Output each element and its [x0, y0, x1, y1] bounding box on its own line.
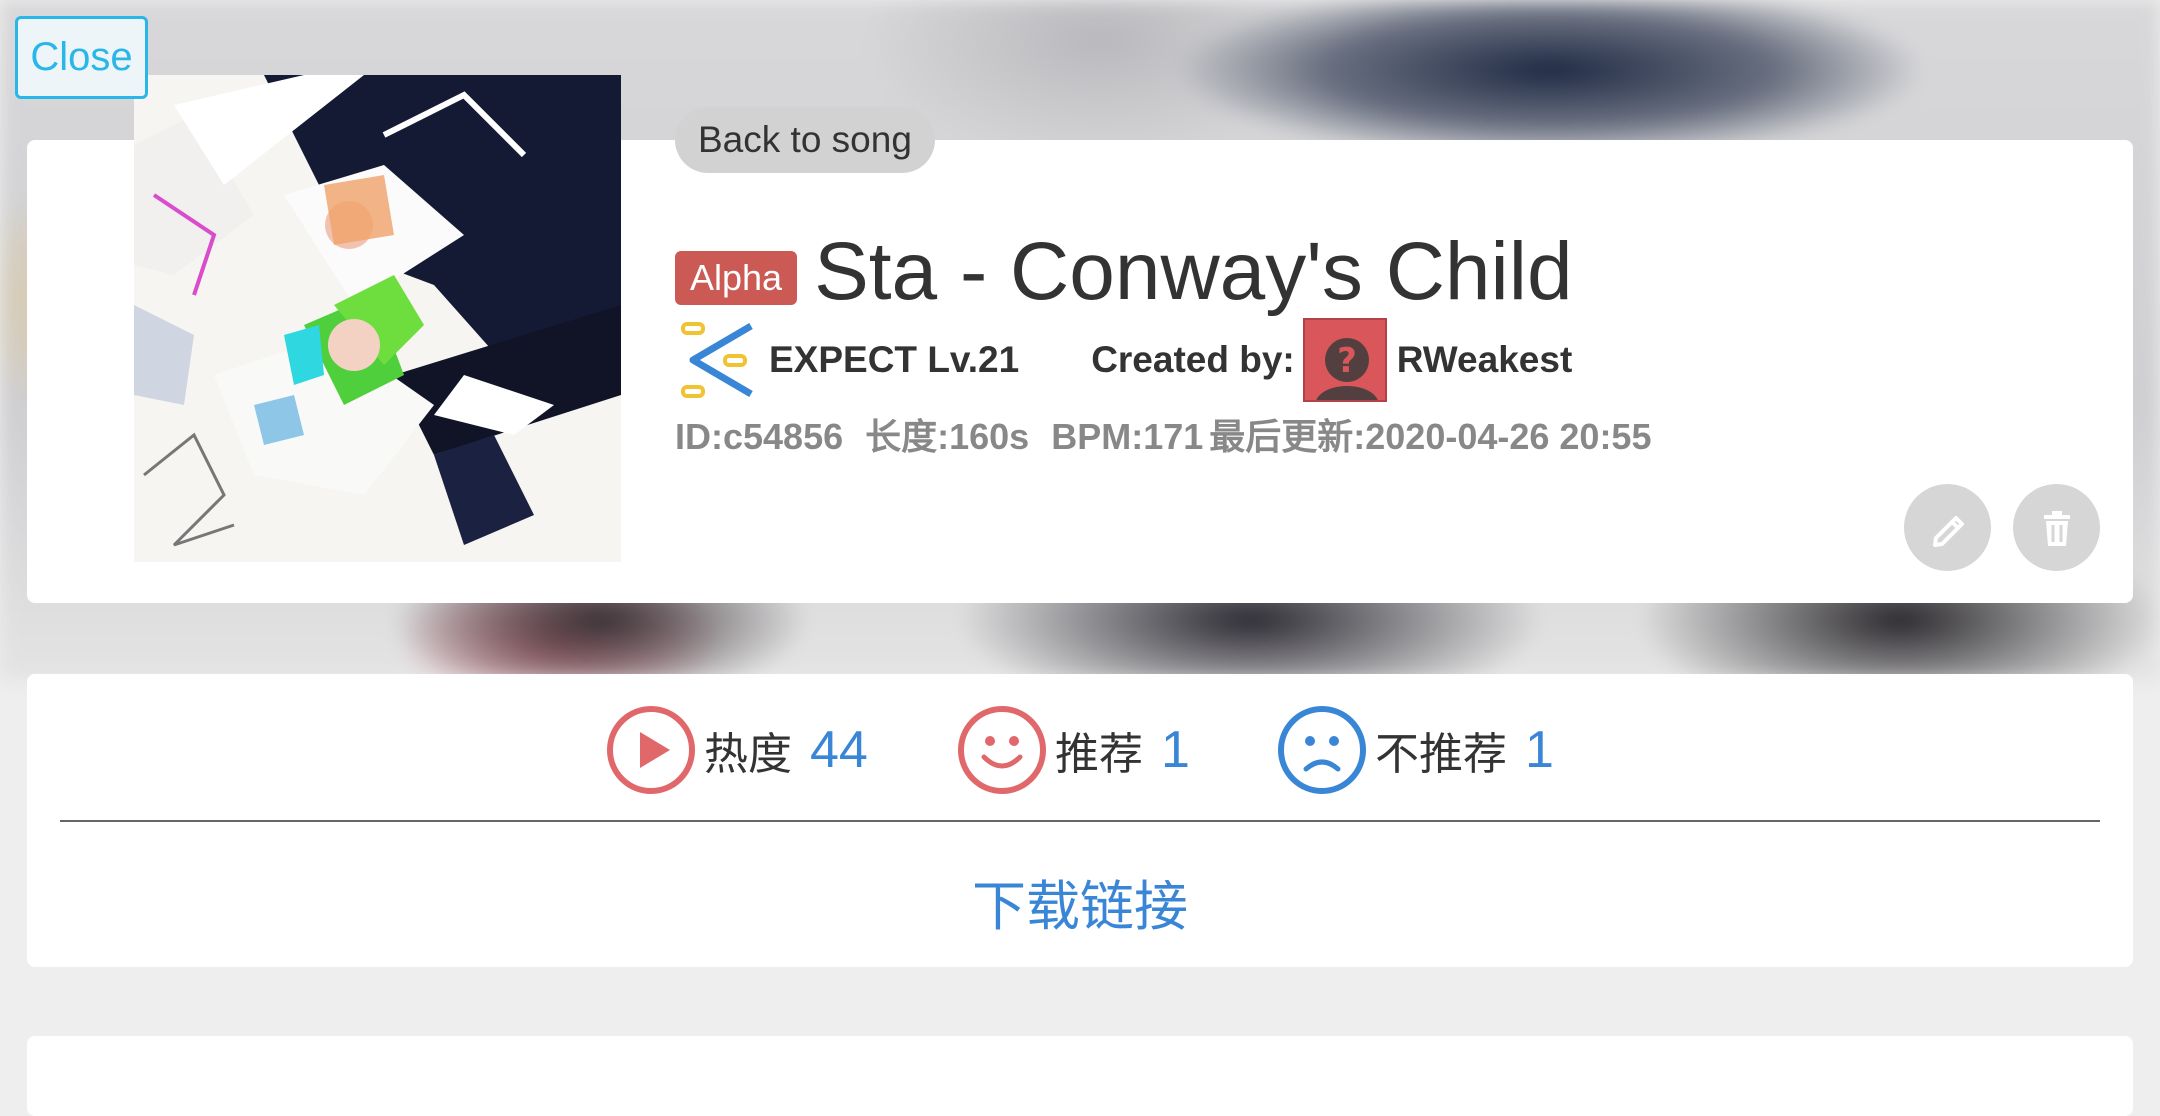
recommend-value: 1: [1161, 721, 1190, 779]
title-row: Alpha Sta - Conway's Child: [675, 225, 1573, 319]
alpha-badge: Alpha: [675, 251, 798, 305]
chart-length: 长度:160s: [865, 416, 1030, 457]
download-link[interactable]: 下载链接: [0, 862, 2160, 941]
chart-updated: 最后更新:2020-04-26 20:55: [1209, 416, 1652, 457]
not-recommend-stat[interactable]: 不推荐 1: [1277, 705, 1554, 795]
stats-divider: [60, 820, 2100, 822]
trash-icon: [2043, 510, 2070, 546]
smile-icon[interactable]: [957, 705, 1047, 795]
recommend-stat[interactable]: 推荐 1: [957, 705, 1190, 795]
delete-button[interactable]: [2013, 484, 2100, 571]
chart-bpm: BPM:171: [1051, 416, 1204, 457]
frown-icon[interactable]: [1277, 705, 1367, 795]
stats-row: 热度 44 推荐 1 不推荐 1: [0, 705, 2160, 795]
placeholder-avatar-icon: ?: [1316, 338, 1378, 400]
next-card: [27, 1036, 2133, 1116]
chart-id: ID:c54856: [675, 416, 844, 457]
meta-row: EXPECT Lv.21 Created by: ? RWeakest: [675, 318, 1572, 402]
edit-icon: [1932, 515, 1964, 547]
not-recommend-label: 不推荐: [1375, 730, 1507, 779]
creator-name[interactable]: RWeakest: [1397, 339, 1573, 381]
views-stat: 热度 44: [606, 705, 868, 795]
play-icon[interactable]: [606, 705, 696, 795]
creator-avatar[interactable]: ?: [1302, 318, 1387, 402]
back-to-song-button[interactable]: Back to song: [675, 107, 935, 173]
svg-text:?: ?: [1337, 341, 1357, 381]
views-value: 44: [810, 721, 868, 779]
edit-button[interactable]: [1904, 484, 1991, 571]
difficulty-label: EXPECT Lv.21: [769, 339, 1020, 380]
views-label: 热度: [704, 730, 792, 779]
album-cover: [134, 75, 621, 562]
created-by-label: Created by:: [1091, 339, 1295, 380]
recommend-label: 推荐: [1055, 730, 1143, 779]
chart-info-row: ID:c54856 长度:160s BPM:171 最后更新:2020-04-26 2…: [675, 408, 1673, 460]
song-title: Sta - Conway's Child: [814, 226, 1573, 317]
close-button[interactable]: Close: [15, 16, 148, 99]
not-recommend-value: 1: [1525, 721, 1554, 779]
expect-difficulty-icon: [681, 322, 753, 398]
